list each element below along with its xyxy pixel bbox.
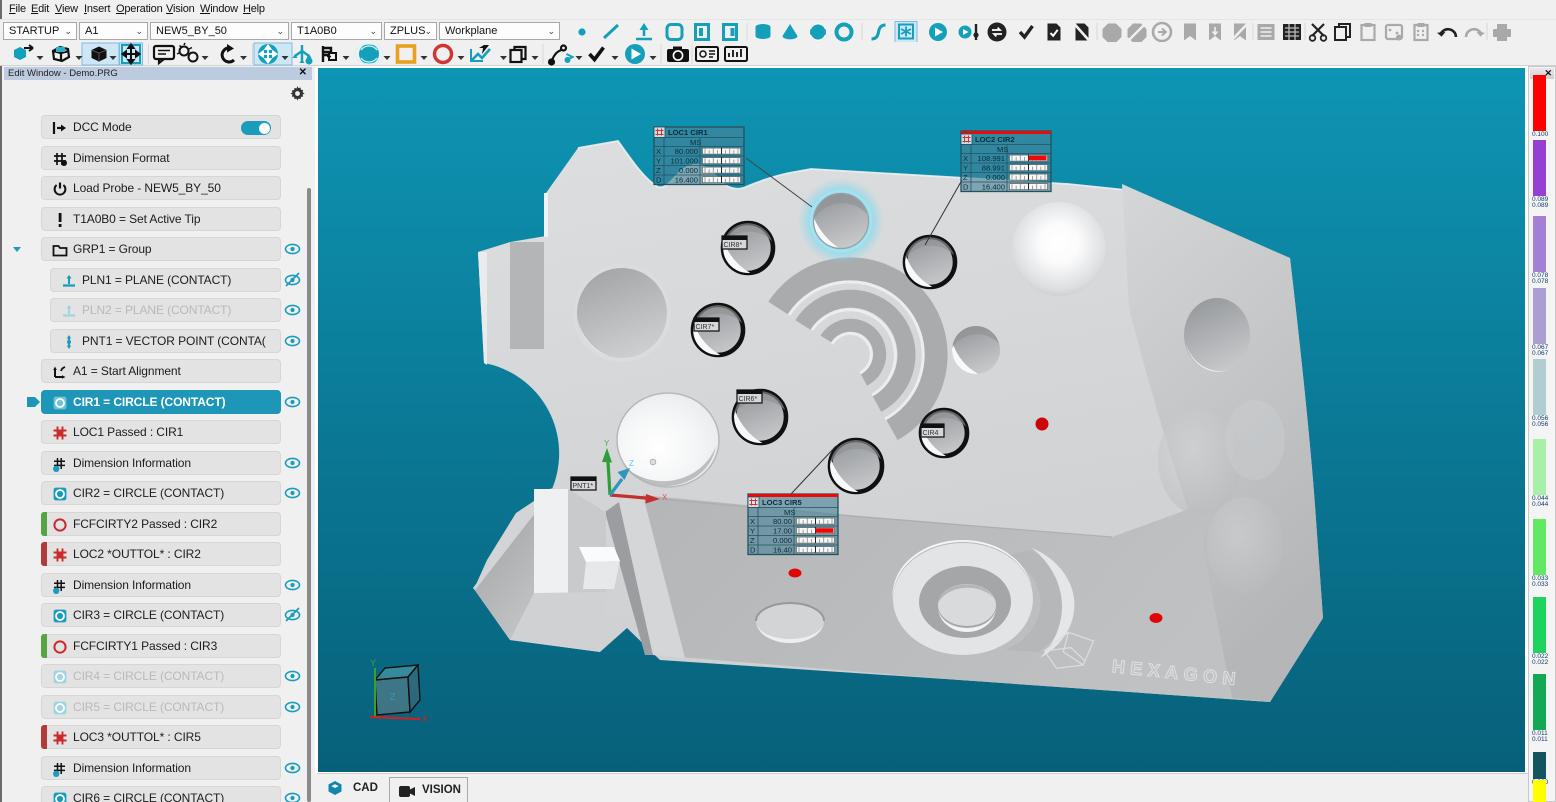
svg-text:D: D (963, 183, 969, 192)
svg-text:X: X (750, 517, 755, 526)
svg-text:108.991: 108.991 (978, 154, 1005, 163)
svg-text:0.000: 0.000 (986, 173, 1005, 182)
svg-text:D: D (656, 176, 662, 185)
svg-text:CIR8*: CIR8* (724, 242, 743, 249)
svg-text:101.000: 101.000 (671, 157, 698, 166)
svg-text:CIR6*: CIR6* (739, 396, 758, 403)
svg-text:88.991: 88.991 (982, 164, 1005, 173)
svg-text:D: D (750, 546, 756, 555)
svg-text:Y: Y (963, 164, 968, 173)
svg-text:16.400: 16.400 (675, 176, 698, 185)
svg-text:0.000: 0.000 (773, 536, 792, 545)
svg-text:Z: Z (629, 459, 634, 468)
svg-text:Z: Z (390, 692, 396, 702)
svg-text:PNT1*: PNT1* (573, 483, 594, 490)
svg-text:16.40: 16.40 (773, 546, 792, 555)
svg-text:17.00: 17.00 (773, 527, 792, 536)
svg-text:Y: Y (370, 658, 376, 668)
svg-text:16.400: 16.400 (982, 183, 1005, 192)
svg-text:Y: Y (604, 439, 610, 448)
svg-text:X: X (662, 493, 668, 502)
svg-text:X: X (422, 714, 428, 724)
svg-text:80.00: 80.00 (773, 517, 792, 526)
svg-text:Z: Z (656, 166, 661, 175)
svg-text:80.000: 80.000 (675, 147, 698, 156)
svg-text:0.000: 0.000 (679, 166, 698, 175)
svg-text:Y: Y (750, 527, 755, 536)
svg-text:X: X (963, 154, 968, 163)
svg-text:LOC2 CIR2: LOC2 CIR2 (975, 135, 1015, 144)
svg-text:CIR7*: CIR7* (696, 324, 715, 331)
svg-text:CIR4: CIR4 (923, 430, 939, 437)
svg-text:Y: Y (656, 157, 661, 166)
svg-text:LOC3 CIR5: LOC3 CIR5 (762, 498, 802, 507)
svg-text:Z: Z (963, 173, 968, 182)
svg-text:Z: Z (750, 536, 755, 545)
svg-text:X: X (656, 147, 661, 156)
svg-text:LOC1 CIR1: LOC1 CIR1 (668, 128, 708, 137)
